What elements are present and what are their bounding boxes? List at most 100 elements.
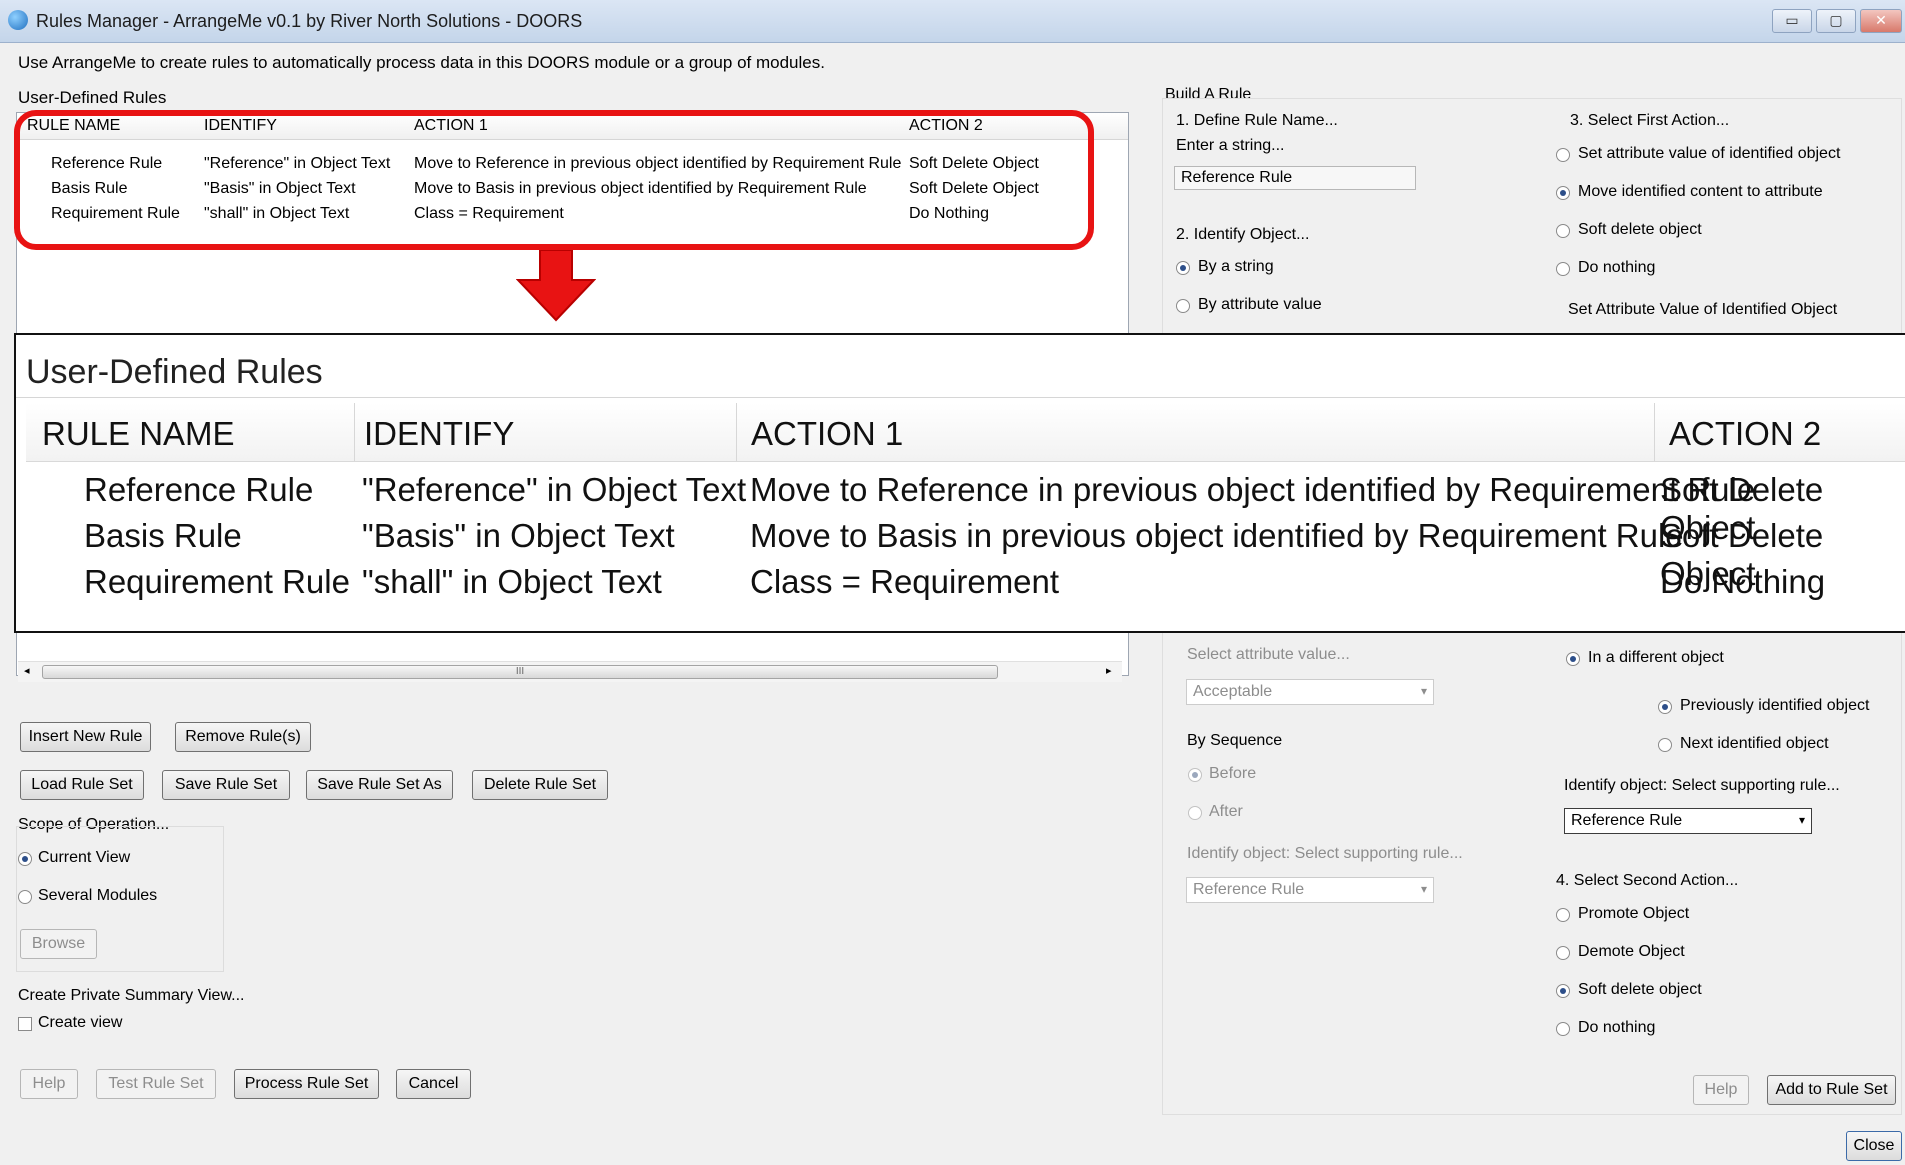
create-view-checkbox[interactable] (18, 1017, 32, 1031)
zoom-cell-action-1: Move to Basis in previous object identif… (750, 517, 1684, 554)
intro-text: Use ArrangeMe to create rules to automat… (18, 53, 825, 72)
step3-label: 3. Select First Action... (1570, 112, 1730, 129)
process-rule-set-button[interactable]: Process Rule Set (234, 1069, 379, 1099)
action2-do-nothing-radio[interactable] (1556, 1022, 1570, 1036)
current-view-label: Current View (38, 849, 131, 866)
zoom-cell-rule-name: Reference Rule (84, 471, 314, 508)
action2-soft-delete-label: Soft delete object (1578, 981, 1702, 998)
delete-rule-set-button[interactable]: Delete Rule Set (472, 770, 608, 800)
zoom-cell-identify: "Reference" in Object Text (362, 471, 747, 508)
zoom-col-action-2: ACTION 2 (1669, 415, 1822, 452)
chevron-down-icon: ▾ (1798, 813, 1805, 827)
by-attribute-radio[interactable] (1176, 299, 1190, 313)
by-string-radio[interactable] (1176, 261, 1190, 275)
step2-label: 2. Identify Object... (1176, 226, 1310, 243)
by-attribute-label: By attribute value (1198, 296, 1322, 313)
attr-value-text: Acceptable (1193, 683, 1273, 700)
action2-promote-radio[interactable] (1556, 908, 1570, 922)
different-object-radio[interactable] (1566, 652, 1580, 666)
action2-soft-delete-radio[interactable] (1556, 984, 1570, 998)
close-button[interactable]: Close (1846, 1131, 1902, 1161)
summary-label: Create Private Summary View... (18, 987, 245, 1004)
zoom-divider (16, 397, 1905, 398)
zoom-cell-action-1: Move to Reference in previous object ide… (750, 471, 1756, 508)
next-object-radio[interactable] (1658, 738, 1672, 752)
after-label: After (1209, 803, 1243, 820)
column-separator (1654, 403, 1655, 461)
close-window-button[interactable]: ✕ (1860, 9, 1902, 33)
previous-object-radio[interactable] (1658, 700, 1672, 714)
red-arrow-icon (516, 250, 596, 322)
test-rule-set-button[interactable]: Test Rule Set (96, 1069, 216, 1099)
next-object-label: Next identified object (1680, 735, 1829, 752)
diff-support-label: Identify object: Select supporting rule.… (1564, 777, 1840, 794)
highlight-box (14, 110, 1094, 250)
action2-promote-label: Promote Object (1578, 905, 1690, 922)
by-string-label: By a string (1198, 258, 1274, 275)
insert-rule-button[interactable]: Insert New Rule (20, 722, 151, 752)
action1-do-nothing-radio[interactable] (1556, 262, 1570, 276)
remove-rule-button[interactable]: Remove Rule(s) (175, 722, 311, 752)
attr-value-select[interactable]: Acceptable ▾ (1186, 679, 1434, 705)
rules-section-label: User-Defined Rules (18, 88, 167, 107)
current-view-radio[interactable] (18, 852, 32, 866)
minimize-button[interactable]: ▭ (1772, 9, 1812, 33)
scroll-right-icon[interactable]: ▸ (1106, 664, 1112, 677)
action2-demote-radio[interactable] (1556, 946, 1570, 960)
before-label: Before (1209, 765, 1257, 782)
rule-name-input[interactable]: Reference Rule (1174, 166, 1416, 190)
help-button[interactable]: Help (20, 1069, 78, 1099)
column-separator (354, 403, 355, 461)
create-view-label: Create view (38, 1014, 123, 1031)
action1-do-nothing-label: Do nothing (1578, 259, 1656, 276)
diff-support-select[interactable]: Reference Rule ▾ (1564, 808, 1812, 834)
sequence-label: By Sequence (1187, 732, 1283, 749)
column-separator (736, 403, 737, 461)
zoom-cell-action-2: Do Nothing (1660, 563, 1826, 600)
action1-set-attr-radio[interactable] (1556, 148, 1570, 162)
step1-label: 1. Define Rule Name... (1176, 112, 1338, 129)
zoom-cell-rule-name: Basis Rule (84, 517, 242, 554)
scroll-thumb[interactable]: III (42, 665, 998, 679)
set-attr-value-label: Set Attribute Value of Identified Object (1568, 301, 1838, 318)
step1-sub-label: Enter a string... (1176, 137, 1285, 154)
action1-set-attr-label: Set attribute value of identified object (1578, 145, 1841, 162)
horizontal-scrollbar[interactable]: ◂ III ▸ (18, 661, 1122, 682)
sequence-support-select[interactable]: Reference Rule ▾ (1186, 877, 1434, 903)
save-rule-set-button[interactable]: Save Rule Set (162, 770, 290, 800)
zoom-header: RULE NAME IDENTIFY ACTION 1 ACTION 2 (26, 403, 1905, 462)
load-rule-set-button[interactable]: Load Rule Set (20, 770, 144, 800)
select-attr-label: Select attribute value... (1187, 646, 1350, 663)
zoom-cell-action-1: Class = Requirement (750, 563, 1060, 600)
several-modules-label: Several Modules (38, 887, 158, 904)
action1-move-radio[interactable] (1556, 186, 1570, 200)
browse-button[interactable]: Browse (20, 929, 97, 959)
action1-move-label: Move identified content to attribute (1578, 183, 1823, 200)
add-to-rule-set-button[interactable]: Add to Rule Set (1767, 1075, 1896, 1105)
app-icon (8, 10, 28, 30)
save-rule-set-as-button[interactable]: Save Rule Set As (306, 770, 453, 800)
window-title: Rules Manager - ArrangeMe v0.1 by River … (36, 11, 583, 31)
action1-soft-delete-label: Soft delete object (1578, 221, 1702, 238)
zoom-title: User-Defined Rules (26, 353, 323, 391)
title-bar: Rules Manager - ArrangeMe v0.1 by River … (0, 0, 1905, 43)
previous-object-label: Previously identified object (1680, 697, 1870, 714)
zoom-callout: User-Defined Rules RULE NAME IDENTIFY AC… (14, 333, 1905, 633)
after-radio[interactable] (1188, 806, 1202, 820)
scroll-left-icon[interactable]: ◂ (24, 664, 30, 677)
several-modules-radio[interactable] (18, 890, 32, 904)
sequence-support-text: Reference Rule (1193, 881, 1305, 898)
build-help-button[interactable]: Help (1693, 1075, 1749, 1105)
diff-support-text: Reference Rule (1571, 812, 1683, 829)
chevron-down-icon: ▾ (1420, 684, 1427, 698)
cancel-button[interactable]: Cancel (396, 1069, 471, 1099)
action2-demote-label: Demote Object (1578, 943, 1685, 960)
action1-soft-delete-radio[interactable] (1556, 224, 1570, 238)
maximize-button[interactable]: ▢ (1816, 9, 1856, 33)
zoom-cell-identify: "shall" in Object Text (362, 563, 662, 600)
sequence-support-label: Identify object: Select supporting rule.… (1187, 845, 1463, 862)
different-object-label: In a different object (1588, 649, 1724, 666)
zoom-col-action-1: ACTION 1 (751, 415, 904, 452)
zoom-col-rule-name: RULE NAME (42, 415, 235, 452)
before-radio[interactable] (1188, 768, 1202, 782)
